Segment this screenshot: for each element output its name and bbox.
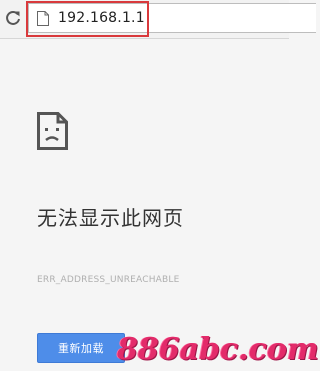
reload-button[interactable]: 重新加载 [37,333,125,363]
error-headline: 无法显示此网页 [37,206,184,230]
address-highlight-box [26,1,149,37]
browser-toolbar: 192.168.1.1 [0,0,316,39]
site-watermark: 886abc.com [117,332,319,367]
sad-page-icon [37,112,68,150]
reload-icon[interactable] [4,9,22,27]
error-code: ERR_ADDRESS_UNREACHABLE [37,275,180,285]
